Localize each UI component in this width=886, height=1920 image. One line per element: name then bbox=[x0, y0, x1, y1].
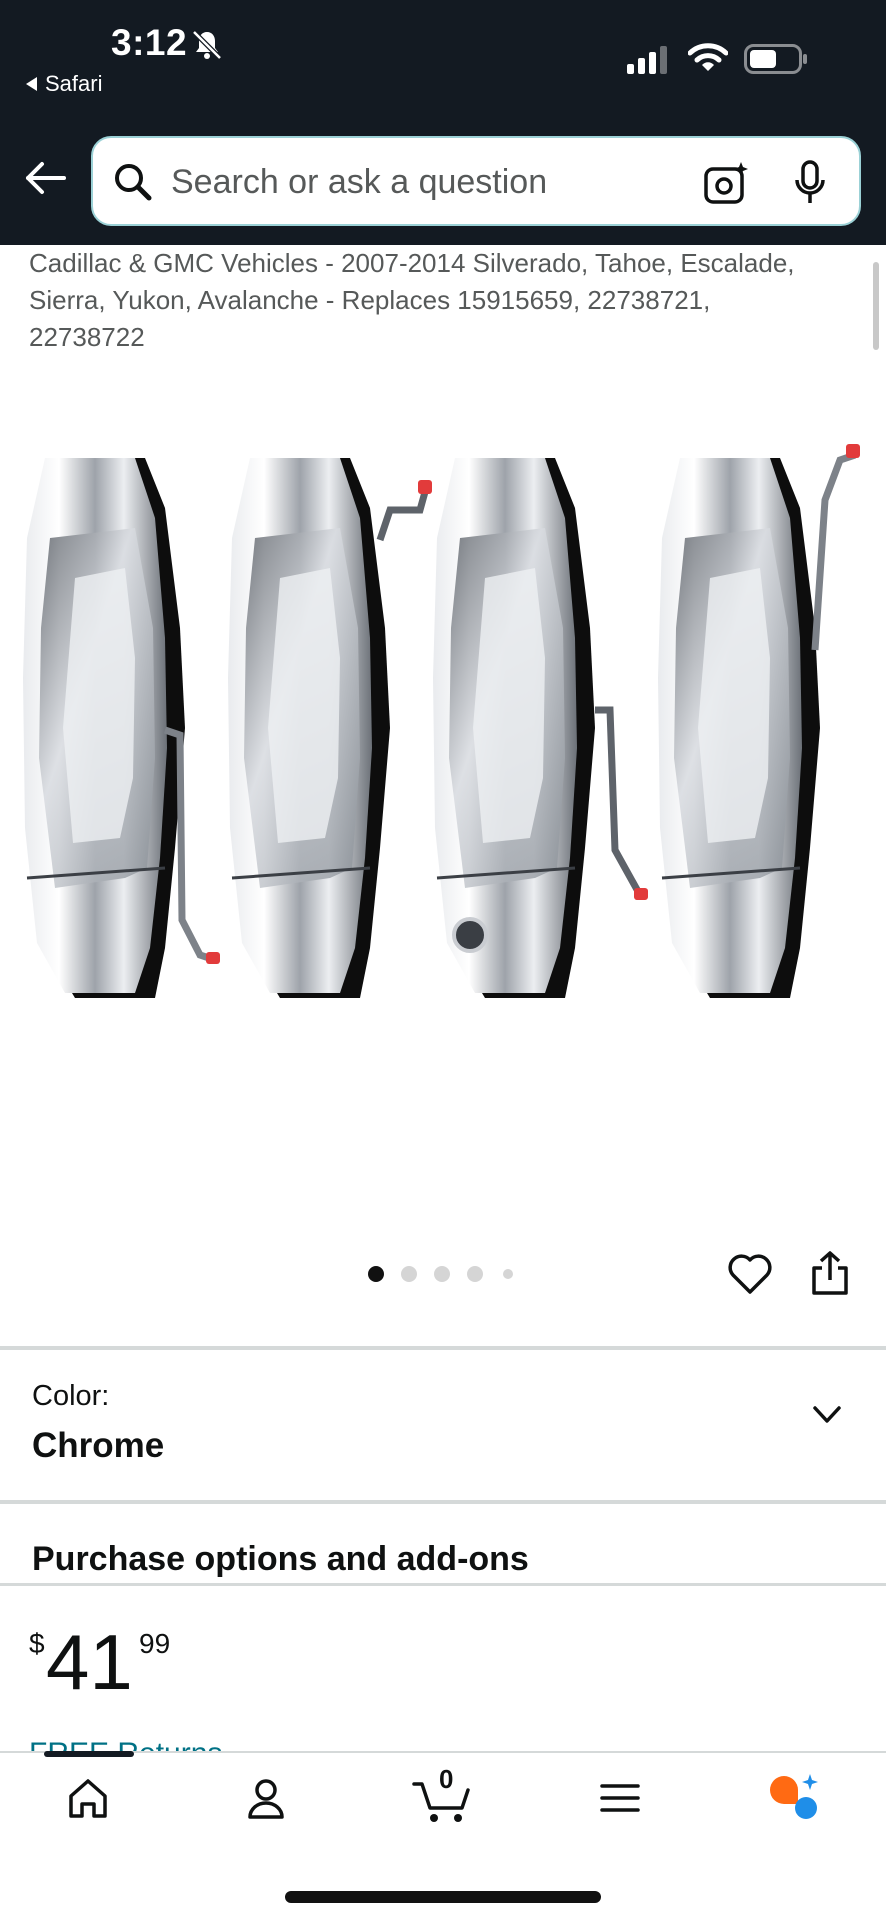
section-divider bbox=[0, 1346, 886, 1350]
chevron-down-icon[interactable] bbox=[812, 1403, 842, 1427]
home-icon[interactable] bbox=[66, 1776, 110, 1820]
search-input[interactable]: Search or ask a question bbox=[171, 163, 547, 202]
price-whole: 41 bbox=[46, 1618, 133, 1706]
battery-icon bbox=[744, 44, 807, 74]
color-value: Chrome bbox=[32, 1426, 165, 1465]
search-icon bbox=[115, 164, 152, 201]
search-bar[interactable]: Search or ask a question bbox=[91, 136, 861, 226]
microphone-icon[interactable] bbox=[793, 160, 827, 206]
heart-icon[interactable] bbox=[727, 1252, 773, 1296]
back-to-app-link[interactable]: Safari bbox=[26, 70, 102, 97]
carousel-dot[interactable] bbox=[503, 1269, 513, 1279]
carousel-dot[interactable] bbox=[401, 1266, 417, 1282]
cart-button[interactable]: 0 bbox=[412, 1764, 472, 1824]
carousel-dot[interactable] bbox=[467, 1266, 483, 1282]
section-divider bbox=[0, 1583, 886, 1586]
account-icon[interactable] bbox=[244, 1776, 288, 1820]
menu-icon[interactable] bbox=[600, 1776, 640, 1820]
wifi-icon bbox=[688, 43, 728, 71]
back-arrow-icon[interactable] bbox=[24, 160, 68, 196]
section-divider bbox=[0, 1500, 886, 1504]
color-label: Color: bbox=[32, 1380, 110, 1412]
carousel-dot[interactable] bbox=[434, 1266, 450, 1282]
back-app-label: Safari bbox=[45, 71, 103, 97]
share-icon[interactable] bbox=[810, 1250, 850, 1296]
active-tab-indicator bbox=[44, 1751, 134, 1757]
carousel-dot[interactable] bbox=[368, 1266, 384, 1282]
back-triangle-icon bbox=[26, 77, 37, 92]
purchase-options-heading[interactable]: Purchase options and add-ons bbox=[32, 1540, 529, 1579]
price-fraction: 99 bbox=[139, 1628, 171, 1659]
product-title[interactable]: Cadillac & GMC Vehicles - 2007-2014 Silv… bbox=[29, 245, 829, 356]
price-currency: $ bbox=[29, 1628, 45, 1659]
cellular-signal-icon bbox=[627, 46, 667, 74]
bell-muted-icon bbox=[192, 30, 222, 60]
status-time: 3:12 bbox=[111, 22, 188, 63]
scrollbar[interactable] bbox=[873, 262, 879, 350]
home-indicator[interactable] bbox=[285, 1891, 601, 1903]
rufus-ai-icon[interactable] bbox=[766, 1772, 822, 1824]
camera-lens-icon[interactable] bbox=[703, 160, 749, 206]
cart-count: 0 bbox=[439, 1764, 454, 1794]
free-returns-link[interactable]: FREE Returns bbox=[29, 1732, 222, 1752]
product-image[interactable] bbox=[0, 400, 886, 1140]
